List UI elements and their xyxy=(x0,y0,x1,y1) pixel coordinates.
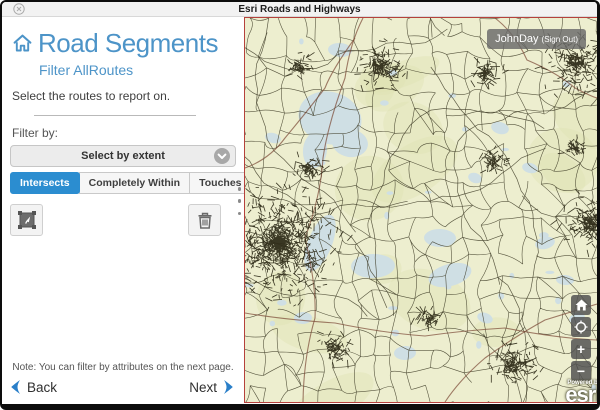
clear-selection-button[interactable] xyxy=(188,204,221,236)
map-locate-button[interactable] xyxy=(571,317,591,337)
back-button[interactable]: Back xyxy=(10,379,57,395)
wizard-nav: Back Next xyxy=(10,379,234,395)
locate-icon xyxy=(574,320,588,334)
map-home-icon xyxy=(575,299,588,311)
map-controls: + − xyxy=(571,295,591,381)
chevron-right-icon xyxy=(223,379,234,395)
page-subtitle: Filter AllRoutes xyxy=(39,62,236,78)
description-text: Select the routes to report on. xyxy=(12,89,236,103)
dropdown-value: Select by extent xyxy=(81,150,165,162)
map-zoom-in-button[interactable]: + xyxy=(571,339,591,359)
map-zoom-out-button[interactable]: − xyxy=(571,361,591,381)
tab-intersects[interactable]: Intersects xyxy=(10,172,80,194)
chevron-down-icon xyxy=(214,148,230,164)
left-panel: Road Segments Filter AllRoutes Select th… xyxy=(2,17,244,403)
map-home-button[interactable] xyxy=(571,295,591,315)
trash-icon xyxy=(196,211,214,230)
divider xyxy=(34,115,196,116)
tab-completely-within[interactable]: Completely Within xyxy=(79,172,191,194)
sign-out-label: (Sign Out) xyxy=(542,35,578,44)
spatial-relation-tabs: Intersects Completely Within Touches Edg… xyxy=(10,172,221,194)
window-title: Esri Roads and Highways xyxy=(238,4,360,15)
next-label: Next xyxy=(189,380,217,395)
panel-splitter[interactable] xyxy=(235,187,244,215)
titlebar: Esri Roads and Highways xyxy=(2,2,597,17)
page-title: Road Segments xyxy=(38,28,218,59)
back-label: Back xyxy=(27,380,57,395)
select-method-dropdown[interactable]: Select by extent xyxy=(10,145,236,167)
close-icon[interactable] xyxy=(13,3,25,15)
next-button[interactable]: Next xyxy=(189,379,234,395)
app-window: Esri Roads and Highways Road Segments Fi… xyxy=(0,0,600,410)
user-name: JohnDay xyxy=(495,29,538,49)
user-sign-out-button[interactable]: JohnDay (Sign Out) xyxy=(487,29,586,49)
home-icon xyxy=(12,33,33,54)
draw-extent-button[interactable] xyxy=(10,204,43,236)
note-text: Note: You can filter by attributes on th… xyxy=(2,362,244,373)
selection-tools xyxy=(10,204,221,236)
draw-extent-icon xyxy=(17,210,37,230)
map-canvas[interactable] xyxy=(245,18,597,402)
filter-by-label: Filter by: xyxy=(12,126,236,140)
map-view[interactable]: JohnDay (Sign Out) + − xyxy=(244,17,598,403)
chevron-left-icon xyxy=(10,379,21,395)
